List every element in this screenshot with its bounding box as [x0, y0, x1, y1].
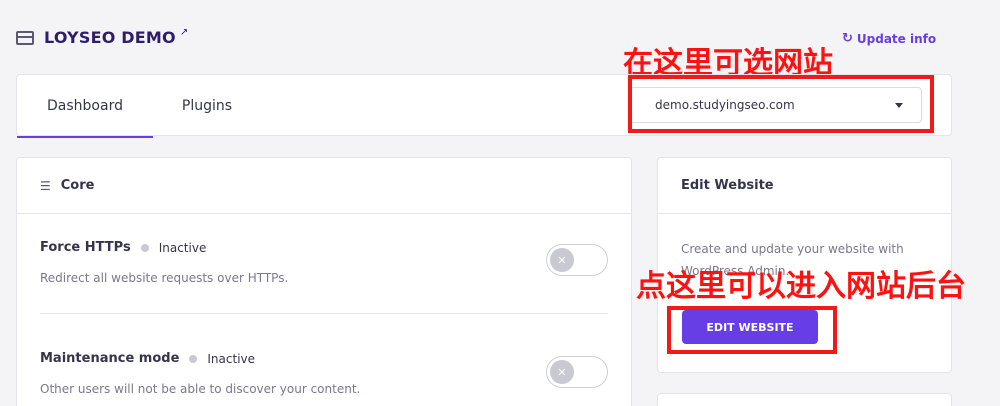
setting-description: Other users will not be able to discover… [40, 382, 361, 396]
setting-name: Maintenance mode [40, 351, 180, 366]
status-text: Inactive [207, 351, 256, 366]
highlight-box-edit-button [667, 306, 837, 354]
tab-plugins[interactable]: Plugins [157, 75, 257, 137]
refresh-icon: ↻ [842, 31, 853, 46]
close-icon: ✕ [550, 360, 574, 384]
setting-name: Force HTTPs [40, 240, 131, 255]
divider [40, 313, 608, 314]
external-link-icon[interactable]: ↗ [180, 27, 188, 38]
tab-dashboard[interactable]: Dashboard [17, 75, 153, 138]
edit-website-title: Edit Website [658, 158, 951, 214]
status-dot [140, 243, 149, 252]
setting-force-https: Force HTTPs Inactive Redirect all websit… [40, 240, 288, 285]
site-header: LOYSEO DEMO ↗ [16, 27, 194, 47]
core-header: ☰ Core [17, 158, 631, 214]
layers-icon: ☰ [40, 178, 51, 193]
annotation-enter-admin: 点这里可以进入网站后台 [636, 269, 966, 304]
force-https-toggle[interactable]: ✕ [546, 244, 608, 276]
update-info-label: Update info [856, 31, 937, 46]
setting-maintenance-mode: Maintenance mode Inactive Other users wi… [40, 351, 360, 396]
highlight-box-site-select [628, 75, 934, 133]
status-dot [189, 354, 198, 363]
status-text: Inactive [158, 240, 207, 255]
core-card: ☰ Core Force HTTPs Inactive Redirect all… [16, 157, 632, 406]
browser-window-icon [16, 30, 34, 45]
site-name: LOYSEO DEMO [44, 28, 176, 47]
setting-description: Redirect all website requests over HTTPs… [40, 271, 289, 285]
close-icon: ✕ [550, 248, 574, 272]
maintenance-mode-toggle[interactable]: ✕ [546, 356, 608, 388]
core-title: Core [60, 178, 95, 193]
next-card [657, 393, 952, 406]
update-info-link[interactable]: ↻ Update info [842, 31, 936, 46]
